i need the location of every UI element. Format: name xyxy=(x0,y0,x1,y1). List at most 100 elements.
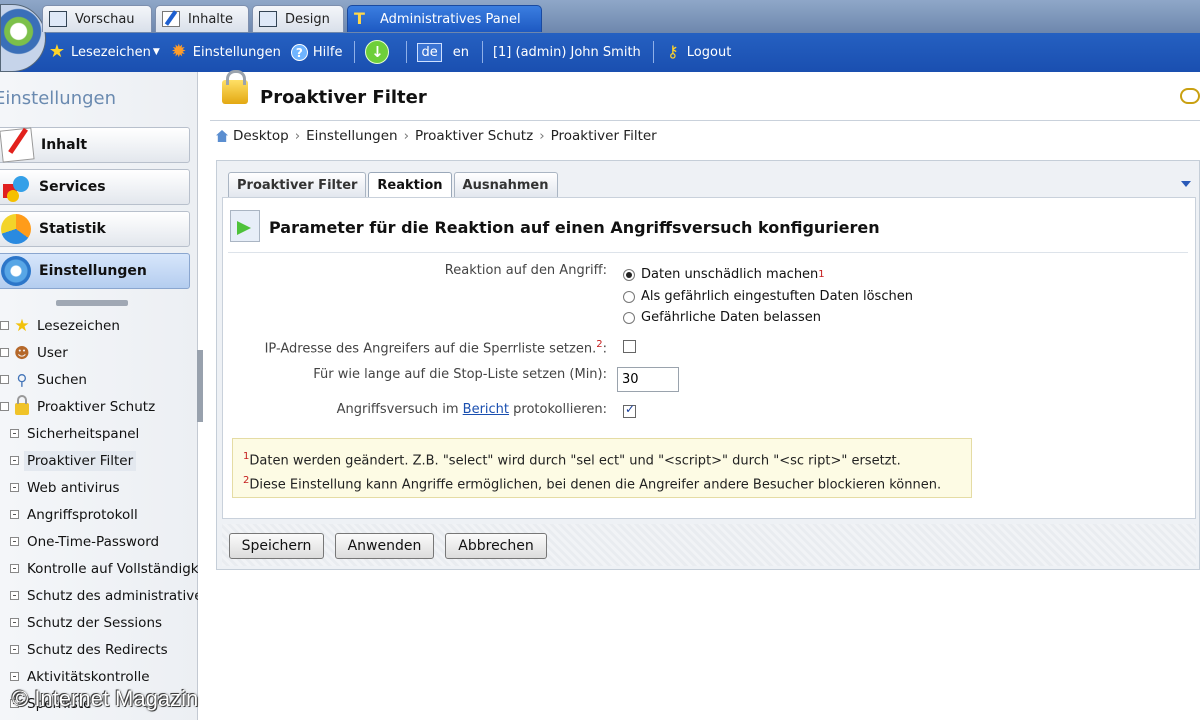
sidebar-title: Einstellungen xyxy=(0,88,117,109)
chart-icon xyxy=(1,214,31,244)
sidebar-button-inhalt[interactable]: Inhalt xyxy=(0,127,190,163)
sidebar-button-einstellungen[interactable]: Einstellungen xyxy=(0,253,190,289)
tree-item-label: Sicherheitspanel xyxy=(27,425,140,442)
footnote-text: Diese Einstellung kann Angriffe ermöglic… xyxy=(249,477,942,493)
breadcrumb-separator: › xyxy=(294,128,301,144)
section-divider xyxy=(228,252,1188,253)
breadcrumb-item-einstellungen[interactable]: Einstellungen xyxy=(306,128,398,144)
user-icon: ☻ xyxy=(14,343,30,362)
link-icon[interactable] xyxy=(1180,88,1200,104)
tree-item-one-time-password[interactable]: One-Time-Password xyxy=(0,528,198,555)
lock-icon xyxy=(222,70,248,104)
tree-item-label: Proaktiver Filter xyxy=(24,450,137,471)
expand-icon[interactable] xyxy=(0,375,9,384)
cancel-button[interactable]: Abbrechen xyxy=(445,533,547,559)
tree-item-label: Schutz des Redirects xyxy=(27,641,168,658)
radio-button[interactable] xyxy=(623,290,635,303)
radio-option-keep[interactable]: Gefährliche Daten belassen xyxy=(623,310,821,325)
tab-admin-label: Administratives Panel xyxy=(380,11,521,27)
radio-label: Als gefährlich eingestuften Daten lösche… xyxy=(641,289,913,304)
ip-blocklist-label: IP-Adresse des Angreifers auf die Sperrl… xyxy=(265,339,607,356)
expand-icon[interactable] xyxy=(0,321,9,330)
help-button[interactable]: ? Hilfe xyxy=(290,43,342,61)
tree-item-proaktiver-schutz[interactable]: Proaktiver Schutz xyxy=(0,393,198,420)
tab-inhalte[interactable]: Inhalte xyxy=(155,5,249,32)
log-attempt-text-pre: Angriffsversuch im xyxy=(336,402,459,417)
chevron-down-icon[interactable] xyxy=(1181,181,1191,187)
tree-item-label: Proaktiver Schutz xyxy=(37,398,156,415)
tree-item-schutz-redirects[interactable]: Schutz des Redirects xyxy=(0,636,198,663)
tree-item-proaktiver-filter[interactable]: Proaktiver Filter xyxy=(0,447,198,474)
lang-en-button[interactable]: en xyxy=(450,44,472,61)
tree-item-label: Web antivirus xyxy=(27,479,120,496)
tab-proaktiver-filter[interactable]: Proaktiver Filter xyxy=(228,172,367,197)
ip-blocklist-text: IP-Adresse des Angreifers auf die Sperrl… xyxy=(264,341,597,357)
breadcrumb-item-desktop[interactable]: Desktop xyxy=(233,128,289,144)
tree-item-angriffsprotokoll[interactable]: Angriffsprotokoll xyxy=(0,501,198,528)
toolbar-divider xyxy=(406,41,408,63)
label-colon: : xyxy=(602,341,607,357)
tree-item-lesezeichen[interactable]: ★ Lesezeichen xyxy=(0,312,198,339)
breadcrumb-item-current: Proaktiver Filter xyxy=(550,128,657,144)
duration-input[interactable] xyxy=(617,367,679,392)
sidebar-resize-handle[interactable] xyxy=(197,350,203,422)
tree-item-sicherheitspanel[interactable]: Sicherheitspanel xyxy=(0,420,198,447)
bookmarks-label: Lesezeichen xyxy=(71,44,151,60)
save-button[interactable]: Speichern xyxy=(229,533,324,559)
logout-button[interactable]: ⚷ Logout xyxy=(664,42,731,61)
sidebar-button-label: Einstellungen xyxy=(39,263,147,279)
radio-button[interactable] xyxy=(623,268,635,281)
reaction-label: Reaktion auf den Angriff: xyxy=(444,263,607,278)
tree-item-label: Schutz des administrativer xyxy=(27,587,198,604)
log-attempt-label: Angriffsversuch im Bericht protokolliere… xyxy=(337,402,607,417)
bookmarks-menu[interactable]: ★ Lesezeichen ▼ xyxy=(48,43,160,61)
settings-tree: ★ Lesezeichen ☻ User ⚲ Suchen Proaktiver… xyxy=(0,312,198,717)
current-user[interactable]: [1] (admin) John Smith xyxy=(493,45,641,60)
pencil-icon xyxy=(162,11,180,27)
tab-reaktion[interactable]: Reaktion xyxy=(368,172,452,198)
tree-item-schutz-sessions[interactable]: Schutz der Sessions xyxy=(0,609,198,636)
expand-icon[interactable] xyxy=(0,402,9,411)
radio-option-neutralize[interactable]: Daten unschädlich machen 1 xyxy=(623,267,825,282)
report-link[interactable]: Bericht xyxy=(463,402,509,417)
gear-icon: ✹ xyxy=(171,41,187,62)
radio-option-delete[interactable]: Als gefährlich eingestuften Daten lösche… xyxy=(623,289,913,304)
radio-button[interactable] xyxy=(623,311,635,324)
node-icon xyxy=(10,429,19,438)
download-button[interactable]: ↓ xyxy=(365,40,394,64)
tree-item-label: One-Time-Password xyxy=(27,533,160,550)
key-icon: ⚷ xyxy=(666,42,679,61)
tree-item-kontrolle[interactable]: Kontrolle auf Vollständigke xyxy=(0,555,198,582)
tab-design[interactable]: Design xyxy=(252,5,344,32)
sidebar-button-statistik[interactable]: Statistik xyxy=(0,211,190,247)
breadcrumb-item-proaktiver-schutz[interactable]: Proaktiver Schutz xyxy=(415,128,533,144)
search-icon: ⚲ xyxy=(16,370,28,389)
tab-vorschau[interactable]: Vorschau xyxy=(42,5,152,32)
ip-blocklist-checkbox[interactable] xyxy=(623,340,636,353)
node-icon xyxy=(10,456,19,465)
apply-button[interactable]: Anwenden xyxy=(335,533,434,559)
lang-de-button[interactable]: de xyxy=(417,42,442,62)
title-divider xyxy=(210,120,1200,121)
tree-item-suchen[interactable]: ⚲ Suchen xyxy=(0,366,198,393)
node-icon xyxy=(10,591,19,600)
settings-label: Einstellungen xyxy=(192,44,281,60)
tree-item-user[interactable]: ☻ User xyxy=(0,339,198,366)
expand-icon[interactable] xyxy=(0,348,9,357)
sidebar-button-services[interactable]: Services xyxy=(0,169,190,205)
settings-button[interactable]: ✹ Einstellungen xyxy=(170,43,281,61)
tree-item-web-antivirus[interactable]: Web antivirus xyxy=(0,474,198,501)
tree-item-label: Lesezeichen xyxy=(37,317,120,334)
page-title: Proaktiver Filter xyxy=(260,87,427,108)
breadcrumb-separator: › xyxy=(539,128,545,144)
node-icon xyxy=(10,645,19,654)
sidebar-collapse-handle[interactable] xyxy=(56,300,128,306)
star-icon: ★ xyxy=(48,41,66,62)
tab-administratives-panel[interactable]: T Administratives Panel xyxy=(347,5,542,32)
tree-item-label: Schutz der Sessions xyxy=(27,614,163,631)
log-attempt-checkbox[interactable] xyxy=(623,402,636,418)
tree-item-schutz-administrativ[interactable]: Schutz des administrativer xyxy=(0,582,198,609)
node-icon xyxy=(10,564,19,573)
section-title: Parameter für die Reaktion auf einen Ang… xyxy=(269,218,880,237)
tab-ausnahmen[interactable]: Ausnahmen xyxy=(453,172,558,197)
